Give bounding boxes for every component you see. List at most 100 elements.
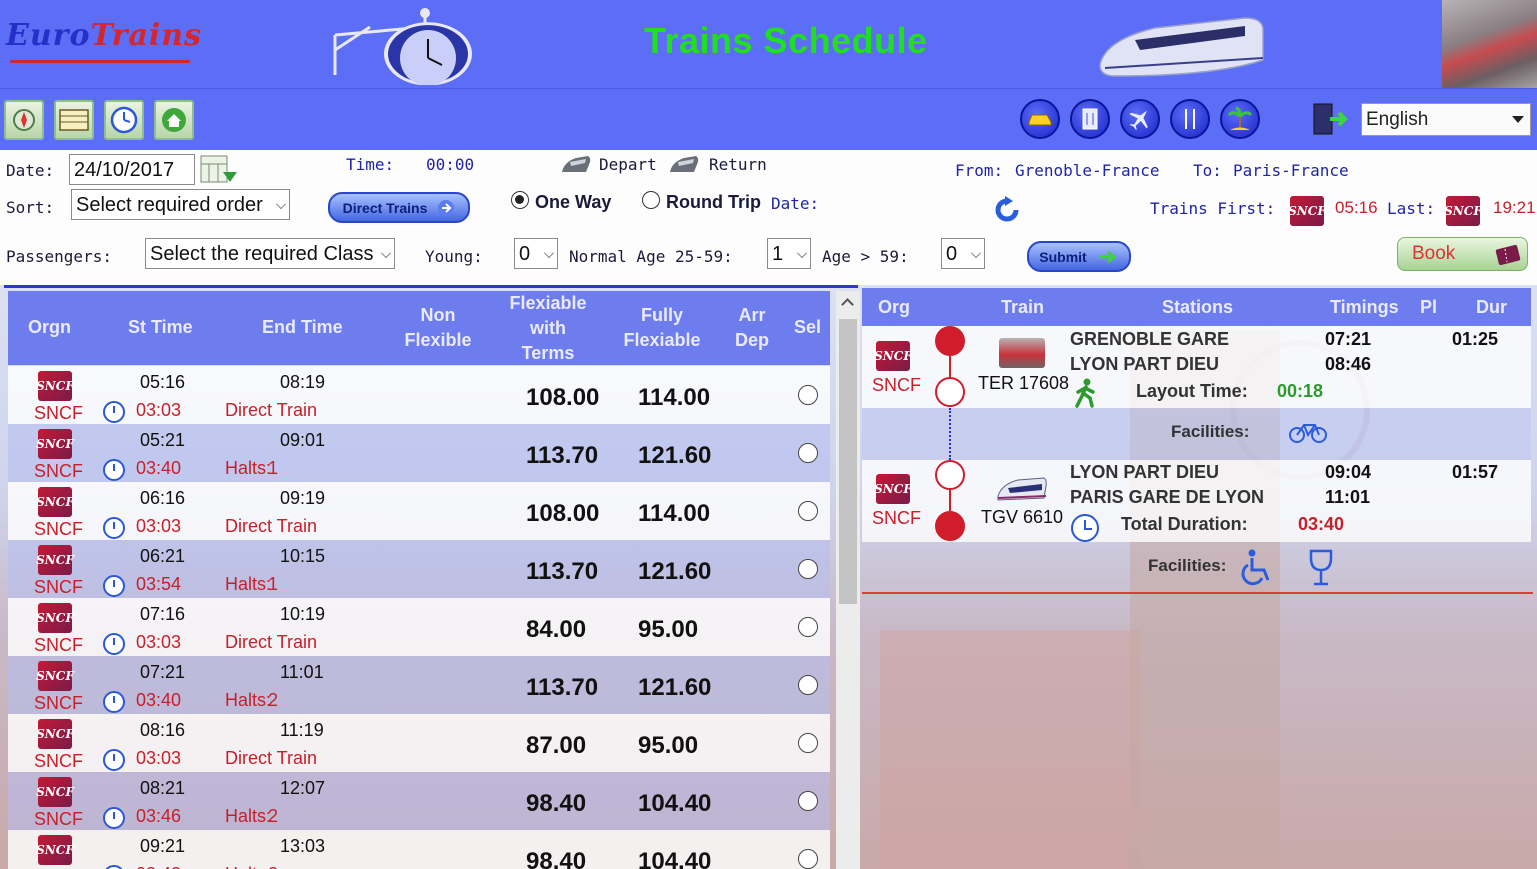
operator-label: SNCF: [34, 403, 83, 423]
round-trip-radio[interactable]: [642, 191, 660, 209]
clock-icon: [103, 401, 125, 423]
end-time: 13:03: [280, 836, 326, 856]
sncf-logo: SNCF: [36, 719, 74, 749]
scrollbar-thumb[interactable]: [839, 319, 857, 604]
sncf-logo: SNCF: [36, 545, 74, 575]
chevron-down-icon: [797, 248, 807, 258]
time-value[interactable]: 00:00: [426, 155, 474, 174]
fully-flexible-price: 104.40: [638, 848, 712, 869]
select-radio[interactable]: [798, 791, 818, 811]
col-fully-flexible: Fully Flexiable: [622, 303, 702, 353]
end-time: 08:19: [280, 372, 326, 392]
table-row[interactable]: SNCF SNCF 08:21 12:07 03:46 Halts: 2 98.…: [8, 772, 830, 830]
segment-1-to-station: LYON PART DIEU: [1070, 354, 1220, 374]
operator-label: SNCF: [34, 809, 83, 829]
results-panel: Orgn St Time End Time Non Flexible Flexi…: [4, 285, 860, 869]
refresh-icon[interactable]: [992, 195, 1022, 225]
col-fully-line1: Fully: [640, 305, 683, 325]
arrow-right-icon: [1098, 250, 1117, 263]
col-flex-line1: Flexiable: [509, 293, 587, 313]
halts-count: 1: [268, 574, 279, 594]
stop-transfer-dot: [935, 377, 965, 407]
clock-icon[interactable]: [104, 100, 144, 140]
wheelchair-icon: [1241, 549, 1270, 586]
route-info: Halts:: [225, 690, 272, 710]
results-scrollbar[interactable]: [836, 291, 860, 869]
select-radio[interactable]: [798, 733, 818, 753]
col-org: Org: [878, 297, 911, 317]
airplane-icon[interactable]: [1120, 99, 1160, 139]
select-radio[interactable]: [798, 501, 818, 521]
fully-flexible-price: 114.00: [638, 384, 711, 411]
select-radio[interactable]: [798, 617, 818, 637]
sort-select[interactable]: Select required order: [71, 189, 290, 220]
restaurant-icon[interactable]: [1170, 99, 1210, 139]
class-select[interactable]: Select the required Class: [145, 238, 395, 269]
table-row[interactable]: SNCF SNCF 09:21 13:03 03:42 Halts: 2 98.…: [8, 830, 830, 869]
taxi-icon[interactable]: [1020, 99, 1060, 139]
compass-icon[interactable]: [4, 100, 44, 140]
beach-palm-icon[interactable]: [1220, 99, 1260, 139]
col-arr-dep: Arr Dep: [730, 303, 774, 353]
home-icon[interactable]: [154, 100, 194, 140]
start-time: 05:21: [140, 430, 186, 450]
sncf-logo: SNCF: [36, 487, 74, 517]
one-way-label: One Way: [535, 192, 612, 212]
scroll-up-icon[interactable]: [841, 298, 854, 311]
fully-flexible-price: 121.60: [638, 558, 712, 585]
normal-count-select[interactable]: 1: [767, 238, 811, 269]
segment-1-duration: 01:25: [1452, 329, 1499, 349]
language-select[interactable]: English: [1361, 103, 1531, 136]
book-button[interactable]: Book: [1397, 237, 1528, 271]
table-row[interactable]: SNCF SNCF 07:21 11:01 03:40 Halts: 2 113…: [8, 656, 830, 714]
logo[interactable]: EuroTrains: [6, 18, 202, 53]
direct-trains-button[interactable]: Direct Trains: [328, 192, 470, 223]
sncf-logo: SNCF: [36, 661, 74, 691]
sort-label: Sort:: [6, 198, 55, 217]
submit-button[interactable]: Submit: [1027, 241, 1131, 272]
fully-flexible-price: 121.60: [638, 674, 712, 701]
select-radio[interactable]: [798, 443, 818, 463]
logo-text-euro: Euro: [6, 18, 91, 53]
hotel-building-icon[interactable]: [1070, 99, 1110, 139]
transfer-dotted-line: [949, 408, 951, 460]
calendar-icon[interactable]: [199, 154, 239, 188]
one-way-radio[interactable]: [511, 191, 529, 209]
end-time: 11:19: [280, 720, 324, 740]
fully-flexible-price: 104.40: [638, 790, 712, 817]
clock-icon: [103, 575, 125, 597]
halts-count: 2: [268, 690, 279, 710]
young-count-select[interactable]: 0: [514, 238, 558, 269]
trip-duration: 03:54: [136, 574, 182, 594]
table-row[interactable]: SNCF SNCF 06:21 10:15 03:54 Halts: 1 113…: [8, 540, 830, 598]
route-info: Direct Train: [225, 632, 318, 652]
walking-person-icon: [1075, 378, 1095, 408]
time-label: Time:: [346, 155, 395, 174]
col-non-flexible-line1: Non: [420, 305, 456, 325]
select-radio[interactable]: [798, 849, 818, 869]
clock-icon: [1071, 514, 1099, 542]
trains-first-label: Trains First:: [1150, 199, 1276, 218]
col-flex-line2: with: [530, 318, 566, 338]
table-row[interactable]: SNCF SNCF 07:16 10:19 03:03 Direct Train…: [8, 598, 830, 656]
table-row[interactable]: SNCF SNCF 08:16 11:19 03:03 Direct Train…: [8, 714, 830, 772]
halts-count: 2: [268, 864, 278, 869]
table-row[interactable]: SNCF SNCF 06:16 09:19 03:03 Direct Train…: [8, 482, 830, 540]
table-row[interactable]: SNCF SNCF 05:16 08:19 03:03 Direct Train…: [8, 366, 830, 424]
ter-train-photo: [999, 338, 1045, 368]
segment-1-operator: SNCF: [872, 375, 921, 395]
timetable-board-icon[interactable]: [54, 100, 94, 140]
table-row[interactable]: SNCF SNCF 05:21 09:01 03:40 Halts: 1 113…: [8, 424, 830, 482]
select-radio[interactable]: [798, 385, 818, 405]
chevron-down-icon: [381, 248, 391, 258]
date-input[interactable]: 24/10/2017: [69, 154, 195, 185]
select-radio[interactable]: [798, 675, 818, 695]
exit-door-icon[interactable]: [1312, 102, 1348, 136]
start-time: 08:16: [140, 720, 186, 740]
select-radio[interactable]: [798, 559, 818, 579]
trip-duration: 03:03: [136, 632, 182, 652]
flexible-price: 108.00: [526, 384, 600, 411]
start-time: 05:16: [140, 372, 186, 392]
senior-count-select[interactable]: 0: [941, 238, 985, 269]
operator-label: SNCF: [34, 519, 83, 539]
